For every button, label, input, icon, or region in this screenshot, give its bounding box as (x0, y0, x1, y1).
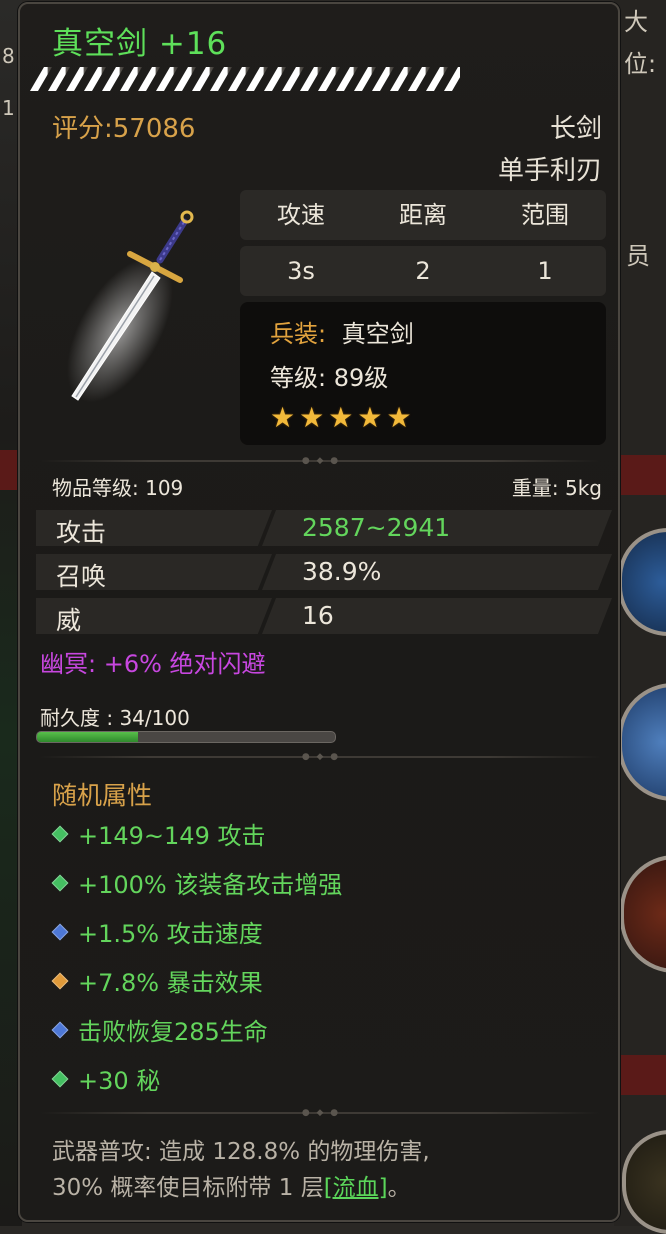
divider: ● ◆ ● (40, 752, 600, 762)
random-attributes-title: 随机属性 (52, 781, 153, 810)
stat-value: 3s (287, 257, 315, 285)
star-icon: ★ (328, 401, 354, 434)
attribute-name: 攻击 (56, 518, 107, 547)
star-icon: ★ (270, 401, 296, 434)
stats-header-row: 攻速 距离 范围 (240, 190, 606, 240)
description-line: 30% 概率使目标附带 1 层[流血]。 (52, 1175, 411, 1201)
background-text: 员 (626, 242, 650, 270)
blue-gem-icon (51, 1021, 69, 1038)
item-level: 物品等级: 109 (52, 476, 184, 500)
attribute-row: 威 16 (36, 598, 612, 634)
attribute-name: 威 (56, 606, 82, 635)
random-attribute: +1.5% 攻击速度 (50, 914, 263, 949)
equip-line: 兵装: 真空剑 (270, 314, 414, 349)
item-weight: 重量: 5kg (511, 476, 602, 500)
background-red-strip (620, 1055, 666, 1095)
green-gem-icon (51, 825, 69, 842)
star-rating: ★ ★ ★ ★ ★ (270, 402, 412, 434)
divider: ● ◆ ● (40, 1108, 600, 1118)
equip-label: 兵装: (270, 320, 327, 348)
stat-header: 距离 (399, 201, 447, 229)
attribute-row: 召唤 38.9% (36, 554, 612, 590)
random-attribute: +149~149 攻击 (50, 816, 265, 851)
random-attribute-text: 击败恢复285生命 (78, 1018, 268, 1046)
stat-header: 范围 (521, 201, 569, 229)
bleed-link[interactable]: [流血] (324, 1175, 388, 1201)
background-text: 位: (624, 50, 657, 78)
random-attribute-text: +30 秘 (78, 1067, 161, 1095)
random-attribute-text: +7.8% 暴击效果 (78, 969, 263, 997)
stats-table: 攻速 距离 范围 3s 2 1 (240, 190, 606, 302)
divider: ● ◆ ● (40, 456, 600, 466)
star-icon: ★ (386, 401, 412, 434)
durability-bar (36, 731, 336, 743)
stat-header: 攻速 (277, 201, 325, 229)
green-gem-icon (51, 874, 69, 891)
attribute-name: 召唤 (56, 562, 107, 591)
equip-level: 等级: 89级 (270, 364, 389, 392)
weapon-skill-description: 武器普攻: 造成 128.8% 的物理伤害, 30% 概率使目标附带 1 层[流… (52, 1134, 612, 1206)
random-attribute-text: +149~149 攻击 (78, 822, 266, 850)
weapon-class: 单手利刃 (497, 156, 602, 186)
background-text: 1 (2, 96, 15, 120)
stat-value: 2 (415, 257, 431, 285)
star-icon: ★ (299, 401, 325, 434)
special-attribute: 幽冥: +6% 绝对闪避 (40, 650, 266, 678)
background-text: 大 (624, 8, 648, 36)
item-name: 真空剑 +16 (52, 26, 228, 62)
star-icon: ★ (357, 401, 383, 434)
durability-fill (37, 732, 139, 742)
item-tooltip: 真空剑 +16 评分:57086 长剑 单手利刃 攻速 距离 范围 3s 2 1… (18, 2, 620, 1222)
item-score: 评分:57086 (52, 114, 196, 144)
stat-value: 1 (537, 257, 553, 285)
orange-gem-icon (51, 972, 69, 989)
green-gem-icon (51, 1070, 69, 1087)
random-attribute: +30 秘 (50, 1061, 160, 1096)
random-attribute-text: +1.5% 攻击速度 (78, 920, 263, 948)
weapon-type: 长剑 (549, 114, 602, 144)
random-attribute: 击败恢复285生命 (50, 1012, 268, 1047)
background-red-strip (620, 455, 666, 495)
equip-info-box: 兵装: 真空剑 等级: 89级 ★ ★ ★ ★ ★ (240, 302, 606, 445)
random-attribute: +100% 该装备攻击增强 (50, 865, 342, 900)
stats-value-row: 3s 2 1 (240, 246, 606, 296)
description-line: 武器普攻: 造成 128.8% 的物理伤害, (52, 1139, 430, 1165)
attribute-value: 2587~2941 (302, 513, 451, 542)
equip-value: 真空剑 (341, 320, 414, 348)
sword-icon (67, 210, 194, 403)
background-text: 8 (2, 44, 15, 68)
random-attribute: +7.8% 暴击效果 (50, 963, 263, 998)
attribute-value: 38.9% (302, 557, 382, 586)
attribute-value: 16 (302, 601, 334, 630)
random-attribute-text: +100% 该装备攻击增强 (78, 871, 343, 899)
durability-label: 耐久度 : 34/100 (40, 706, 190, 730)
attribute-row: 攻击 2587~2941 (36, 510, 612, 546)
blue-gem-icon (51, 923, 69, 940)
enhance-progress-stripes (30, 67, 460, 91)
